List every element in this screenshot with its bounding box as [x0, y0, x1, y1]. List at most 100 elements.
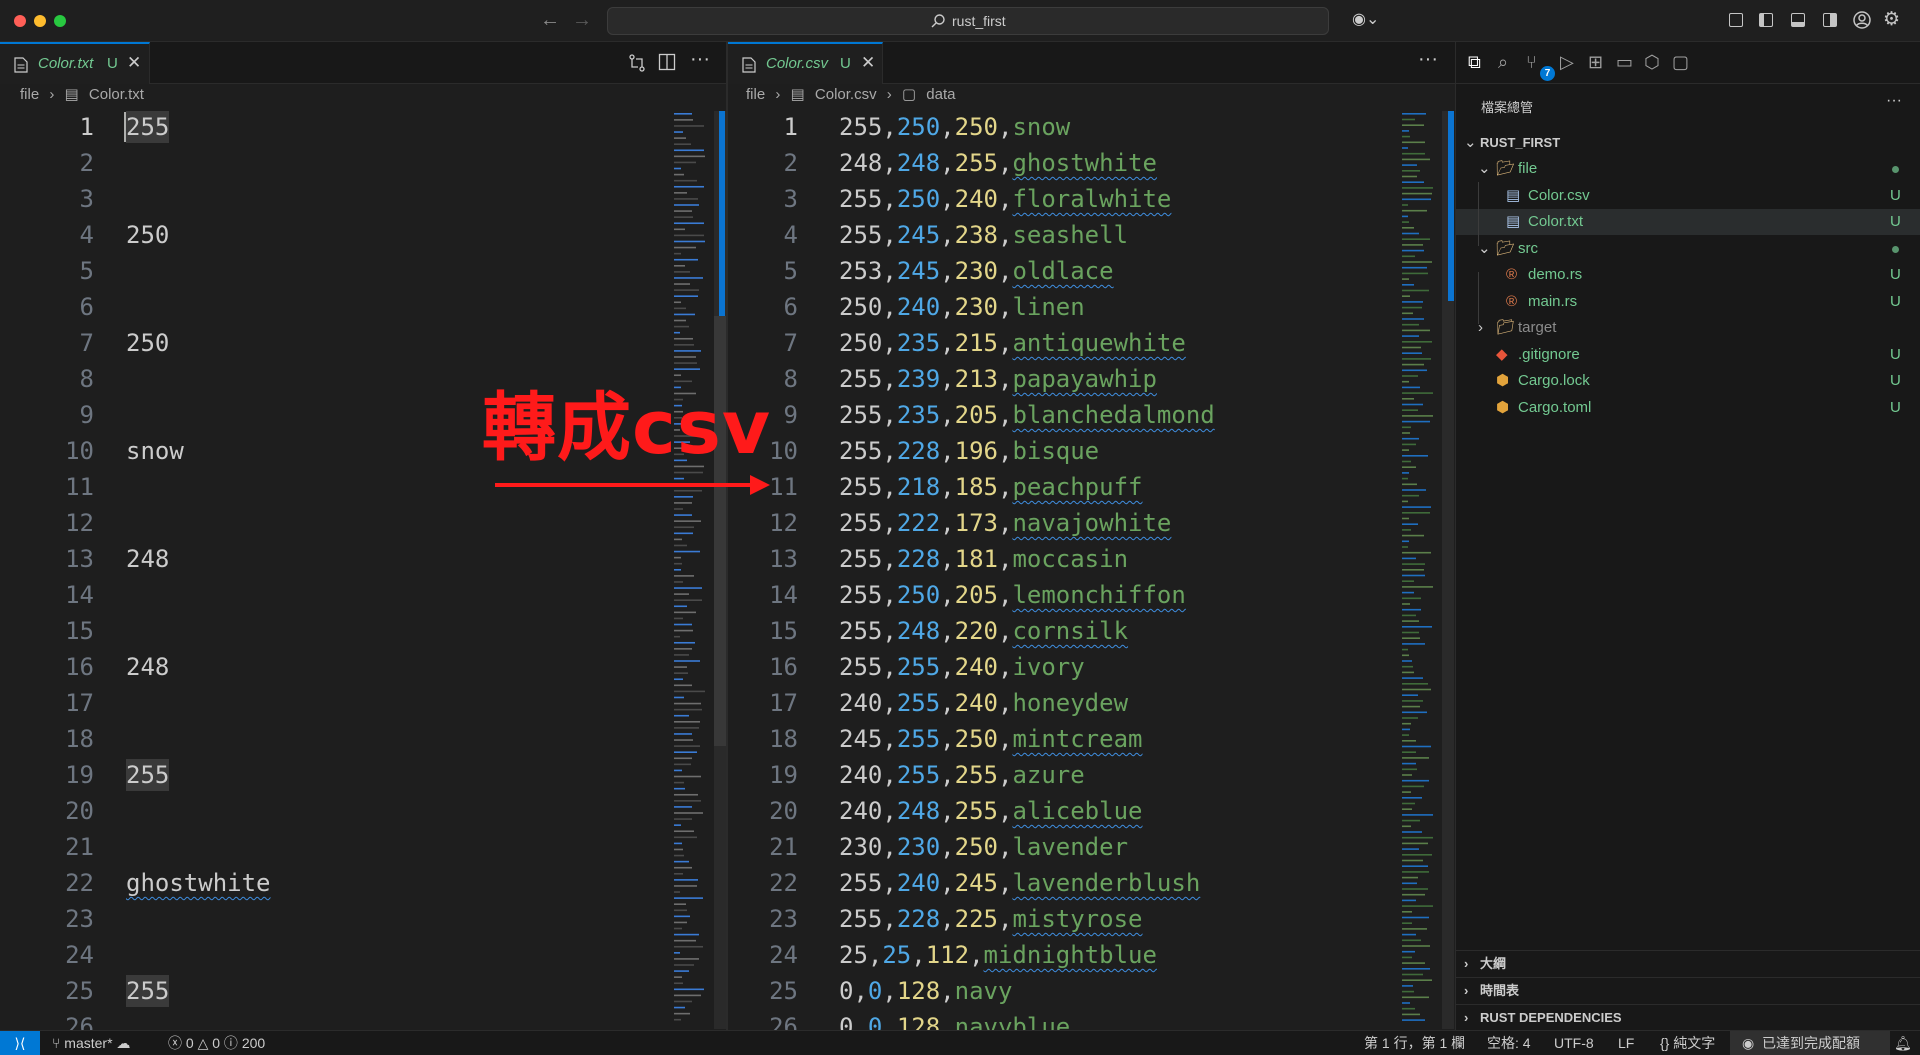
- code-line: 13 248: [0, 543, 726, 579]
- tab-color-csv[interactable]: Color.csv U ✕: [728, 42, 883, 84]
- tree-item[interactable]: › 📁︎ target: [1456, 315, 1920, 341]
- more-actions-icon[interactable]: ···: [1886, 92, 1902, 110]
- tree-item[interactable]: ▤ Color.csv U: [1456, 183, 1920, 209]
- minimap-line: [1402, 785, 1424, 788]
- tree-item[interactable]: ⬢ Cargo.lock U: [1456, 368, 1920, 394]
- copilot-status[interactable]: ◉ 已達到完成配額: [1730, 1031, 1890, 1055]
- minimap-line: [674, 939, 696, 942]
- bell-icon[interactable]: 🔔︎: [1894, 1031, 1912, 1055]
- search-icon[interactable]: ⌕: [1498, 52, 1508, 73]
- more-actions-icon[interactable]: ···: [690, 48, 710, 71]
- end-of-line[interactable]: LF: [1618, 1031, 1634, 1055]
- indentation[interactable]: 空格: 4: [1487, 1031, 1531, 1055]
- tree-item[interactable]: ⌄ 📂︎ file: [1456, 156, 1920, 182]
- extensions-icon[interactable]: ⊞: [1588, 52, 1603, 73]
- tree-item[interactable]: ® demo.rs U: [1456, 262, 1920, 288]
- breadcrumb-file[interactable]: Color.csv: [815, 86, 877, 103]
- git-branch[interactable]: ⑂ master* ☁: [52, 1031, 130, 1055]
- toggle-secondary-sidebar-icon[interactable]: [1821, 11, 1839, 29]
- toggle-panel-icon[interactable]: [1789, 11, 1807, 29]
- right-minimap[interactable]: [1400, 111, 1440, 1029]
- csv-color-name: ivory: [1012, 653, 1085, 681]
- remote-explorer-icon[interactable]: ▭: [1616, 52, 1633, 73]
- rust-dependencies-section[interactable]: › RUST DEPENDENCIES: [1456, 1004, 1920, 1030]
- breadcrumb-file[interactable]: Color.txt: [89, 86, 144, 103]
- source-control-icon[interactable]: ⑂: [1526, 52, 1537, 73]
- problems-indicator[interactable]: ⓧ 0 △ 0 ⓘ 200: [168, 1031, 265, 1055]
- csv-comma: ,: [940, 509, 955, 537]
- minimap-line: [1402, 380, 1409, 383]
- right-editor-content[interactable]: 1 255,250,250,snow 2 248,248,255,ghostwhite…: [728, 111, 1398, 1030]
- minimap-line: [1402, 215, 1408, 218]
- right-scrollbar-thumb[interactable]: [1448, 111, 1454, 301]
- minimap-line: [1402, 717, 1418, 719]
- line-number: 22: [65, 869, 94, 897]
- customize-layout-icon[interactable]: [1727, 11, 1745, 29]
- line-number: 17: [769, 689, 798, 717]
- tree-item[interactable]: ◆ .gitignore U: [1456, 342, 1920, 368]
- csv-value-red: 250: [839, 329, 883, 357]
- chat-icon[interactable]: ▢: [1672, 52, 1689, 73]
- line-number: 13: [65, 545, 94, 573]
- chevron-right-icon: ›: [886, 86, 892, 103]
- minimap-line: [674, 988, 704, 991]
- tree-item[interactable]: ® main.rs U: [1456, 289, 1920, 315]
- language-mode[interactable]: {} 純文字: [1660, 1031, 1715, 1055]
- outline-section[interactable]: › 大綱: [1456, 950, 1920, 976]
- csv-comma: ,: [969, 941, 984, 969]
- minimize-window-button[interactable]: [34, 15, 46, 27]
- close-icon[interactable]: ✕: [127, 53, 141, 73]
- csv-fields: 255,218,185,peachpuff: [839, 471, 1142, 503]
- run-debug-icon[interactable]: ▷: [1560, 52, 1574, 73]
- minimap-line: [674, 739, 693, 741]
- minimap-line: [1402, 346, 1421, 349]
- left-editor-content[interactable]: 1 255 2 3 4 250 5 6 7 250 8 9 10 snow 11 12 13 248 14 15 16 2…: [0, 111, 726, 1030]
- more-actions-icon[interactable]: ···: [1418, 48, 1438, 71]
- left-minimap[interactable]: [672, 111, 712, 1029]
- minimap-line: [1402, 842, 1428, 845]
- csv-value-blue: 205: [954, 581, 998, 609]
- remote-indicator-icon[interactable]: ⟩⟨: [0, 1031, 40, 1055]
- toggle-primary-sidebar-icon[interactable]: [1757, 11, 1775, 29]
- files-icon[interactable]: ⧉: [1468, 52, 1481, 73]
- forward-arrow-icon[interactable]: →: [572, 9, 592, 32]
- tree-item[interactable]: ▤ Color.txt U: [1456, 209, 1920, 235]
- minimap-line: [1402, 825, 1411, 828]
- tree-item[interactable]: ⬢ Cargo.toml U: [1456, 395, 1920, 421]
- minimap-line: [674, 866, 692, 869]
- csv-comma: ,: [997, 797, 1013, 825]
- open-changes-icon[interactable]: [627, 53, 647, 73]
- tab-color-txt[interactable]: Color.txt U ✕: [0, 42, 150, 84]
- minimap-line: [1402, 722, 1411, 725]
- breadcrumb-folder[interactable]: file: [746, 86, 765, 103]
- left-scrollbar-thumb[interactable]: [719, 111, 725, 316]
- cursor-position[interactable]: 第 1 行，第 1 欄: [1364, 1031, 1465, 1055]
- containers-icon[interactable]: ⬡: [1644, 52, 1660, 73]
- code-text: snow: [126, 437, 184, 465]
- close-window-button[interactable]: [14, 15, 26, 27]
- breadcrumb-symbol[interactable]: data: [926, 86, 955, 103]
- csv-comma: ,: [882, 365, 897, 393]
- maximize-window-button[interactable]: [54, 15, 66, 27]
- minimap-line: [1402, 238, 1430, 240]
- close-icon[interactable]: ✕: [861, 53, 875, 73]
- account-icon[interactable]: [1852, 10, 1872, 30]
- timeline-section[interactable]: › 時間表: [1456, 977, 1920, 1003]
- git-status-badge: U: [1890, 213, 1901, 230]
- breadcrumb-folder[interactable]: file: [20, 86, 39, 103]
- tree-item[interactable]: ⌄ 📂︎ src: [1456, 236, 1920, 262]
- copilot-icon[interactable]: ◉⌄: [1352, 9, 1379, 29]
- gear-icon[interactable]: ⚙: [1883, 8, 1900, 31]
- split-editor-icon[interactable]: [658, 53, 676, 71]
- breadcrumb: file › ▤ Color.csv › ▢ data: [746, 85, 961, 111]
- back-arrow-icon[interactable]: ←: [540, 9, 560, 32]
- project-header[interactable]: ⌄ RUST_FIRST: [1456, 130, 1920, 156]
- line-number: 17: [65, 689, 94, 717]
- minimap-line: [1402, 728, 1410, 731]
- minimap-line: [1402, 437, 1419, 440]
- command-center-search[interactable]: rust_first: [607, 7, 1329, 35]
- encoding[interactable]: UTF-8: [1554, 1031, 1594, 1055]
- minimap-line: [674, 265, 685, 267]
- activity-bar: ⧉ ⌕ ⑂ 7 ▷ ⊞ ▭ ⬡ ▢: [1456, 42, 1920, 84]
- csv-value-green: 235: [896, 401, 941, 429]
